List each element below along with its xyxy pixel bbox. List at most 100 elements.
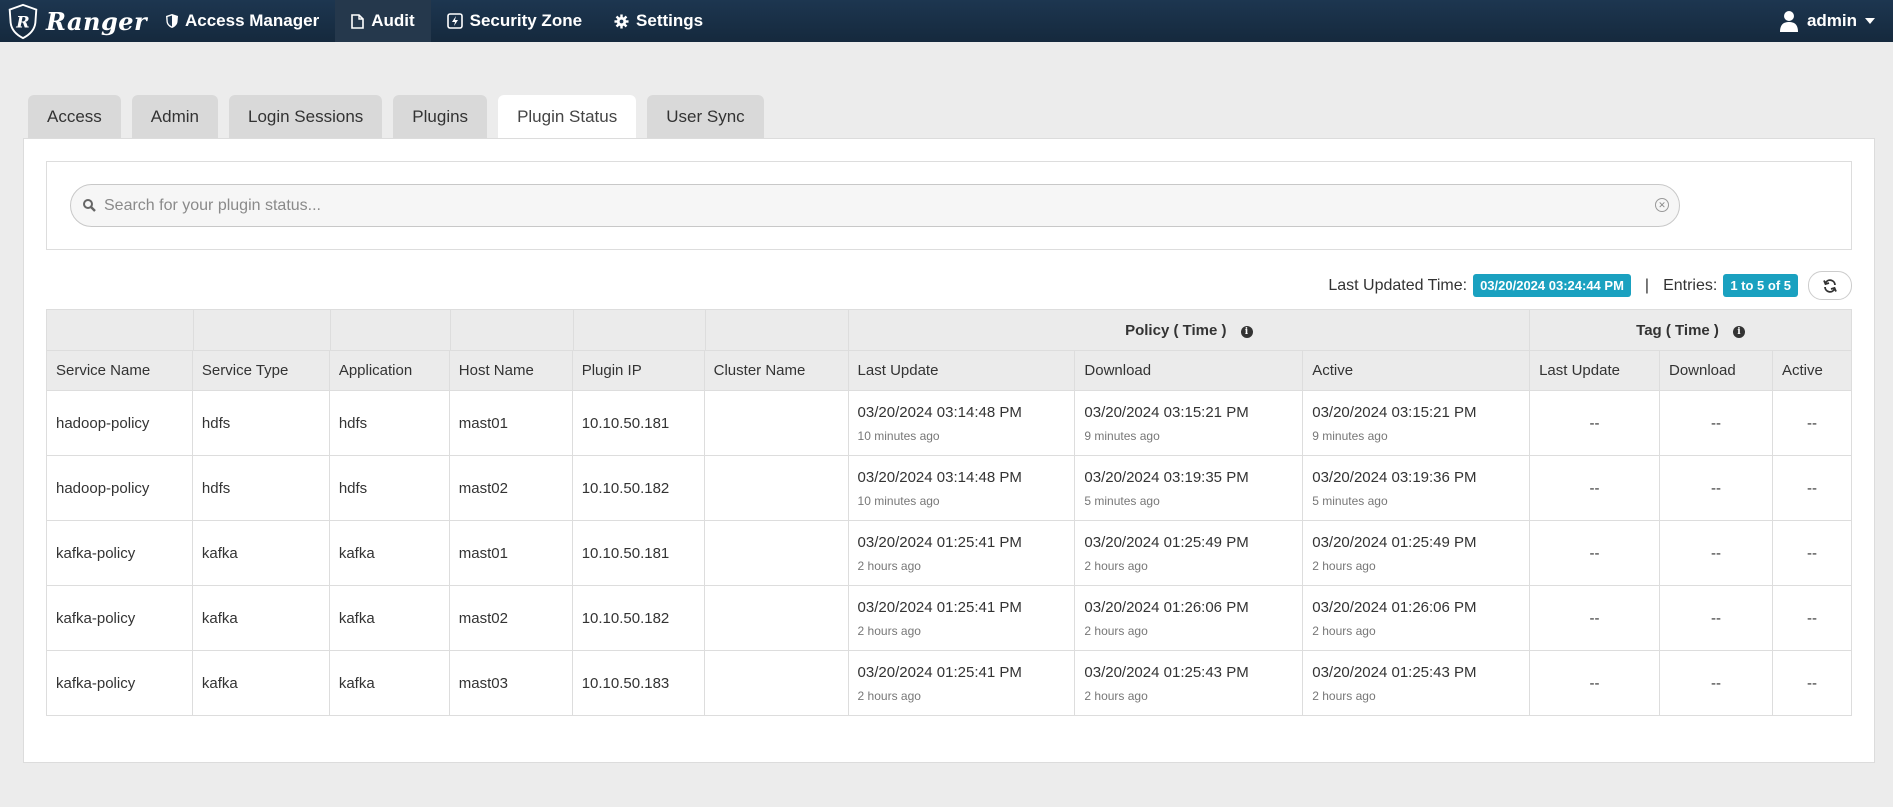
host-name-cell: mast03: [448, 650, 573, 716]
host-name-cell: mast01: [448, 520, 573, 586]
refresh-button[interactable]: [1808, 271, 1852, 300]
table-row: kafka-policy kafka kafka mast02 10.10.50…: [46, 585, 1853, 651]
shield-icon: [166, 14, 178, 28]
service-name-cell: hadoop-policy: [46, 455, 193, 521]
tab-access[interactable]: Access: [28, 95, 121, 138]
entries-label: Entries:: [1663, 276, 1718, 294]
nav-item-label: Access Manager: [185, 11, 320, 30]
policy-last-update-cell: 03/20/2024 03:14:48 PM 10 minutes ago: [847, 390, 1076, 456]
service-name-cell: kafka-policy: [46, 585, 193, 651]
info-icon[interactable]: i: [1732, 325, 1745, 338]
search-icon: [83, 199, 96, 212]
tag-active-cell: --: [1771, 585, 1853, 651]
plugin-ip-cell: 10.10.50.182: [571, 585, 705, 651]
group-header-tag: Tag ( Time ) i: [1529, 309, 1852, 351]
col-service-name: Service Name: [46, 350, 193, 391]
plugin-ip-cell: 10.10.50.182: [571, 455, 705, 521]
cluster-name-cell: [703, 390, 849, 456]
col-cluster-name: Cluster Name: [703, 350, 849, 391]
file-icon: [351, 13, 364, 29]
policy-download-cell: 03/20/2024 03:19:35 PM 5 minutes ago: [1074, 455, 1304, 521]
cluster-name-cell: [703, 585, 849, 651]
nav-item-label: Settings: [636, 11, 704, 30]
tab-admin[interactable]: Admin: [131, 95, 218, 138]
refresh-icon: [1823, 278, 1837, 293]
tag-download-cell: --: [1659, 585, 1773, 651]
table-row: kafka-policy kafka kafka mast03 10.10.50…: [46, 650, 1853, 716]
gear-icon: [614, 13, 629, 29]
plugin-status-panel: ✕ Last Updated Time: 03/20/2024 03:24:44…: [23, 138, 1875, 763]
separator: |: [1644, 276, 1650, 294]
nav-item-audit[interactable]: Audit: [335, 0, 431, 42]
policy-last-update-cell: 03/20/2024 01:25:41 PM 2 hours ago: [847, 650, 1076, 716]
col-policy-last-update: Last Update: [847, 350, 1076, 391]
policy-active-cell: 03/20/2024 03:19:36 PM 5 minutes ago: [1302, 455, 1531, 521]
application-cell: kafka: [328, 585, 450, 651]
tag-download-cell: --: [1659, 455, 1773, 521]
col-tag-download: Download: [1659, 350, 1773, 391]
table-row: kafka-policy kafka kafka mast01 10.10.50…: [46, 520, 1853, 586]
group-header-blank: [46, 309, 849, 351]
search-field[interactable]: ✕: [70, 184, 1680, 227]
tag-active-cell: --: [1771, 390, 1853, 456]
tag-last-update-cell: --: [1529, 455, 1660, 521]
service-type-cell: hdfs: [191, 390, 330, 456]
user-name: admin: [1806, 11, 1857, 30]
nav-item-label: Audit: [371, 11, 415, 30]
plugin-status-table: Policy ( Time ) i Tag ( Time ) i Service N…: [46, 309, 1853, 716]
cluster-name-cell: [703, 650, 849, 716]
tag-download-cell: --: [1659, 390, 1773, 456]
search-input[interactable]: [104, 196, 1679, 215]
application-cell: kafka: [328, 650, 450, 716]
tag-last-update-cell: --: [1529, 390, 1660, 456]
plugin-ip-cell: 10.10.50.181: [571, 390, 705, 456]
service-name-cell: kafka-policy: [46, 520, 193, 586]
nav-item-security-zone[interactable]: Security Zone: [431, 0, 598, 42]
nav-item-settings[interactable]: Settings: [598, 0, 719, 42]
tab-plugins[interactable]: Plugins: [393, 95, 488, 138]
service-type-cell: kafka: [191, 650, 330, 716]
top-navbar: R Ranger Access Manager Audit Security Z…: [0, 0, 1893, 42]
application-cell: hdfs: [328, 390, 450, 456]
table-row: hadoop-policy hdfs hdfs mast02 10.10.50.…: [46, 455, 1853, 521]
col-policy-active: Active: [1302, 350, 1531, 391]
tag-download-cell: --: [1659, 520, 1773, 586]
chevron-down-icon: [1865, 18, 1875, 24]
col-policy-download: Download: [1074, 350, 1304, 391]
brand[interactable]: R Ranger: [0, 0, 150, 42]
brand-name: Ranger: [46, 6, 148, 36]
service-name-cell: hadoop-policy: [46, 390, 193, 456]
policy-download-cell: 03/20/2024 01:26:06 PM 2 hours ago: [1074, 585, 1304, 651]
nav-item-label: Security Zone: [469, 11, 583, 30]
clear-search-icon[interactable]: ✕: [1655, 198, 1669, 212]
table-header-row: Service Name Service Type Application Ho…: [46, 350, 1853, 391]
tab-plugin-status[interactable]: Plugin Status: [498, 95, 637, 139]
user-icon: [1779, 11, 1798, 32]
info-icon[interactable]: i: [1240, 325, 1253, 338]
tag-last-update-cell: --: [1529, 520, 1660, 586]
policy-active-cell: 03/20/2024 03:15:21 PM 9 minutes ago: [1302, 390, 1531, 456]
policy-download-cell: 03/20/2024 03:15:21 PM 9 minutes ago: [1074, 390, 1304, 456]
col-host-name: Host Name: [448, 350, 573, 391]
service-type-cell: hdfs: [191, 455, 330, 521]
service-type-cell: kafka: [191, 585, 330, 651]
col-plugin-ip: Plugin IP: [571, 350, 705, 391]
policy-last-update-cell: 03/20/2024 01:25:41 PM 2 hours ago: [847, 585, 1076, 651]
tab-login-sessions[interactable]: Login Sessions: [228, 95, 383, 138]
policy-active-cell: 03/20/2024 01:26:06 PM 2 hours ago: [1302, 585, 1531, 651]
col-service-type: Service Type: [191, 350, 330, 391]
user-menu[interactable]: admin: [1779, 0, 1875, 42]
policy-active-cell: 03/20/2024 01:25:43 PM 2 hours ago: [1302, 650, 1531, 716]
policy-active-cell: 03/20/2024 01:25:49 PM 2 hours ago: [1302, 520, 1531, 586]
service-type-cell: kafka: [191, 520, 330, 586]
tag-last-update-cell: --: [1529, 585, 1660, 651]
policy-download-cell: 03/20/2024 01:25:43 PM 2 hours ago: [1074, 650, 1304, 716]
entries-badge: 1 to 5 of 5: [1723, 274, 1798, 297]
bolt-icon: [446, 13, 463, 29]
nav-item-access-manager[interactable]: Access Manager: [150, 0, 335, 42]
search-container: ✕: [46, 161, 1852, 250]
host-name-cell: mast02: [448, 455, 573, 521]
tab-user-sync[interactable]: User Sync: [647, 95, 764, 138]
tag-active-cell: --: [1771, 650, 1853, 716]
group-header-policy: Policy ( Time ) i: [847, 309, 1531, 351]
